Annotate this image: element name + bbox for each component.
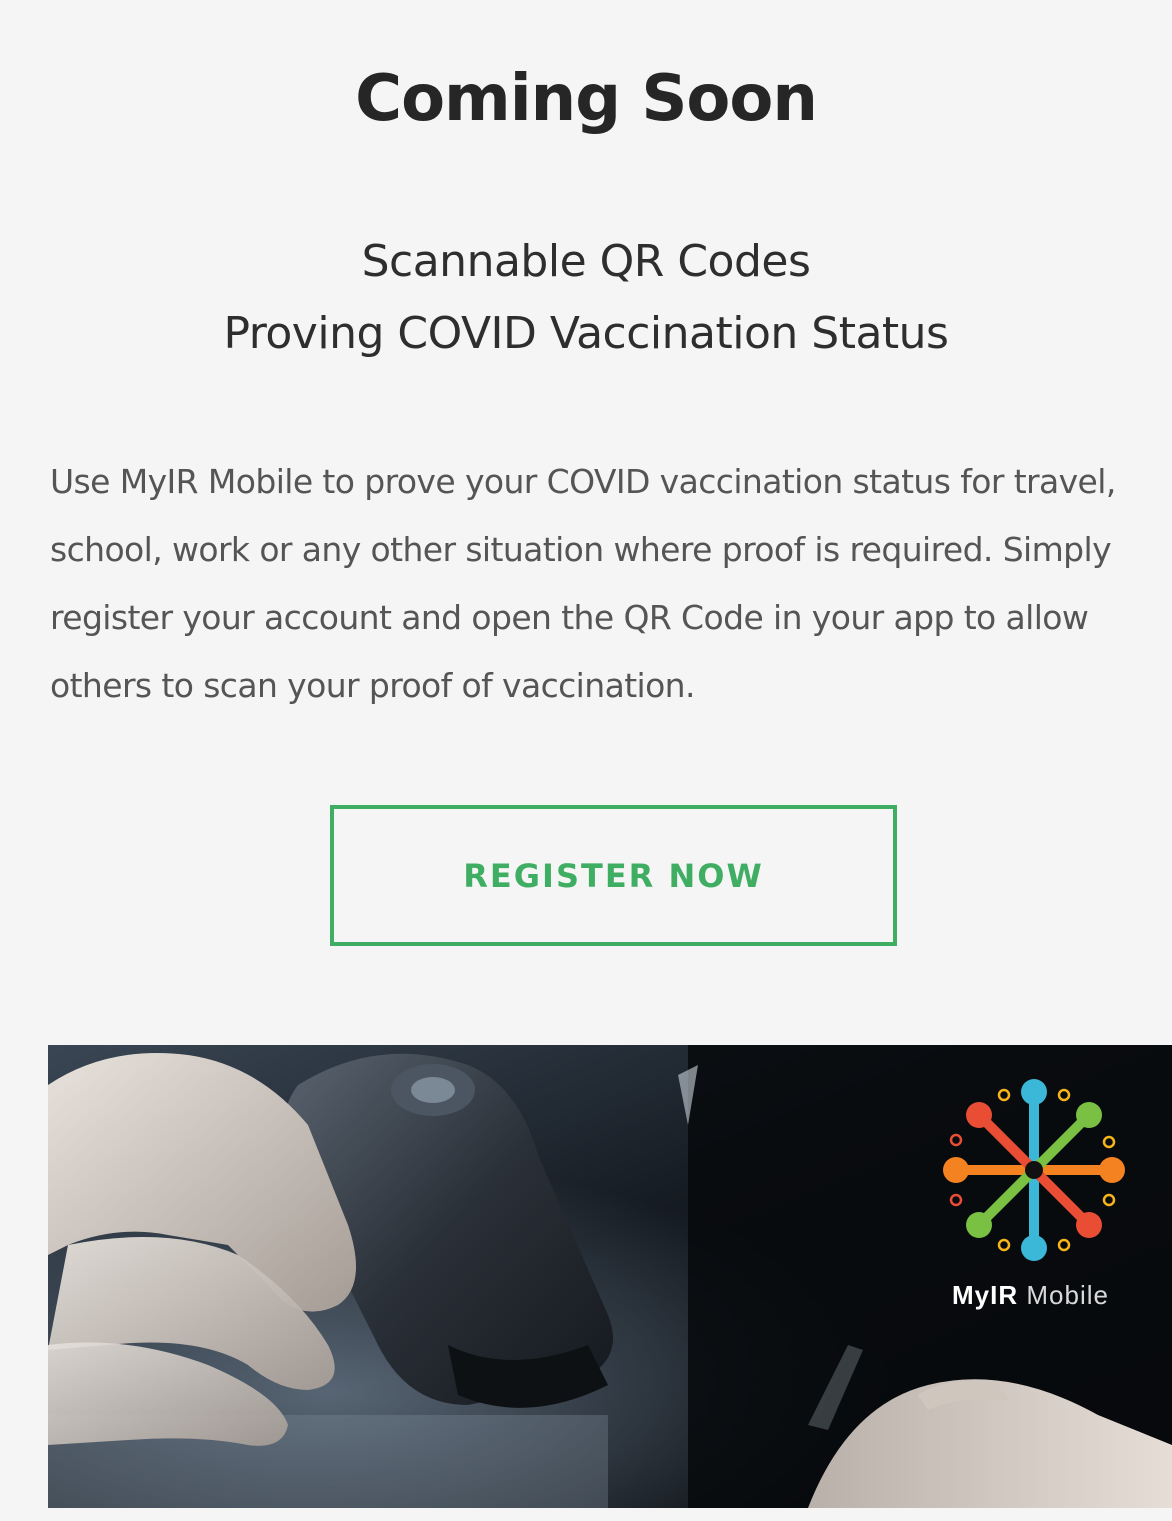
myir-hub-logo-icon bbox=[943, 1079, 1125, 1261]
hero-image bbox=[48, 1045, 1172, 1508]
register-now-label: REGISTER NOW bbox=[463, 856, 764, 895]
register-now-button[interactable]: REGISTER NOW bbox=[330, 805, 897, 946]
barcode-scanner-photo bbox=[48, 1045, 1172, 1508]
page-title: Coming Soon bbox=[355, 62, 818, 136]
description-text: Use MyIR Mobile to prove your COVID vacc… bbox=[50, 462, 1116, 705]
logo-brand-bold: MyIR bbox=[952, 1280, 1019, 1310]
page: Coming Soon Scannable QR Codes Proving C… bbox=[0, 0, 1172, 1521]
myir-mobile-logo-text: MyIR Mobile bbox=[952, 1280, 1109, 1311]
subtitle-line-2: Proving COVID Vaccination Status bbox=[223, 308, 949, 359]
subtitle-line-1: Scannable QR Codes bbox=[361, 236, 811, 287]
logo-brand-light: Mobile bbox=[1026, 1280, 1109, 1310]
